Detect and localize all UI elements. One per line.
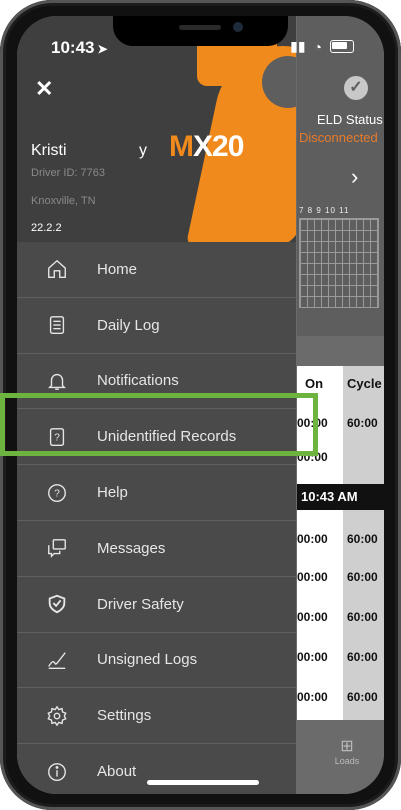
driver-id: Driver ID: 7763 xyxy=(31,167,105,179)
menu-item-daily-log[interactable]: Daily Log xyxy=(17,298,296,354)
menu-item-home[interactable]: Home xyxy=(17,242,296,298)
menu-item-label: Driver Safety xyxy=(97,595,184,613)
loads-icon: ⊞ xyxy=(340,738,354,755)
cell: 00:00 xyxy=(297,650,328,664)
close-icon[interactable]: ✕ xyxy=(35,76,53,102)
log-grid xyxy=(299,218,379,308)
driver-name-tail: y xyxy=(139,142,147,159)
svg-text:?: ? xyxy=(54,488,60,499)
cell: 60:00 xyxy=(347,690,378,704)
eld-status-label: ELD Status xyxy=(317,112,383,127)
home-indicator[interactable] xyxy=(147,780,259,785)
cell: 60:00 xyxy=(347,570,378,584)
help-icon: ? xyxy=(17,482,97,504)
signature-icon xyxy=(17,649,97,671)
log-table: 00:00 60:00 00:00 60:00 00:00 60:00 00:0… xyxy=(297,510,384,720)
status-icons: ▮▮ ◔ xyxy=(290,38,354,55)
cell: 00:00 xyxy=(297,532,328,546)
driver-name: Kristi xyxy=(31,142,67,159)
menu-item-driver-safety[interactable]: Driver Safety xyxy=(17,577,296,633)
check-icon[interactable]: ✓ xyxy=(344,76,368,100)
location-arrow-icon: ➤ xyxy=(97,42,108,56)
status-time: 10:43 ➤ xyxy=(51,38,108,57)
menu-item-label: Home xyxy=(97,260,138,278)
phone-frame: ✓ ELD Status Disconnected › 7 8 9 10 11 … xyxy=(0,0,401,810)
header-cycle: Cycle xyxy=(347,376,382,391)
cell: 60:00 xyxy=(347,416,378,430)
gear-icon xyxy=(17,705,97,727)
signal-icon: ▮▮ xyxy=(290,38,306,54)
menu-item-label: Settings xyxy=(97,707,152,725)
menu-item-label: About xyxy=(97,763,137,781)
cell: 60:00 xyxy=(347,532,378,546)
wifi-icon: ◔ xyxy=(313,38,322,55)
loads-label: Loads xyxy=(334,756,360,766)
battery-icon xyxy=(330,40,354,53)
loads-tab[interactable]: ⊞ Loads xyxy=(327,736,367,766)
menu-item-settings[interactable]: Settings xyxy=(17,688,296,745)
chevron-right-icon[interactable]: › xyxy=(351,164,358,190)
cell: 00:00 xyxy=(297,690,328,704)
time-bar-text: 10:43 AM xyxy=(301,489,358,504)
menu-item-messages[interactable]: Messages xyxy=(17,521,296,577)
menu-item-about[interactable]: About xyxy=(17,744,296,794)
cell: 00:00 xyxy=(297,570,328,584)
drawer-menu: Home Daily Log Notifications ? Unidentif… xyxy=(17,242,296,794)
logo: MX20 xyxy=(169,130,244,163)
menu-item-label: Help xyxy=(97,484,128,502)
time-bar: 10:43 AM xyxy=(297,484,384,510)
app-version: 22.2.2 xyxy=(31,222,62,234)
cell: 60:00 xyxy=(347,650,378,664)
menu-item-label: Messages xyxy=(97,539,166,557)
header-on: On xyxy=(305,376,324,391)
eld-status-value: Disconnected xyxy=(299,130,378,145)
shield-icon xyxy=(17,593,97,615)
location: Knoxville, TN xyxy=(31,195,96,207)
notch xyxy=(113,16,288,46)
menu-item-label: Daily Log xyxy=(97,316,160,334)
cell: 00:00 xyxy=(297,610,328,624)
menu-item-label: Notifications xyxy=(97,372,179,390)
menu-item-help[interactable]: ? Help xyxy=(17,465,296,521)
highlight-box xyxy=(0,393,318,456)
grid-ticks: 7 8 9 10 11 xyxy=(299,206,350,215)
menu-item-label: Unsigned Logs xyxy=(97,651,198,669)
messages-icon xyxy=(17,537,97,559)
home-icon xyxy=(17,258,97,280)
log-icon xyxy=(17,314,97,336)
bell-icon xyxy=(17,370,97,392)
menu-item-unsigned-logs[interactable]: Unsigned Logs xyxy=(17,633,296,689)
cell: 60:00 xyxy=(347,610,378,624)
info-icon xyxy=(17,761,97,783)
